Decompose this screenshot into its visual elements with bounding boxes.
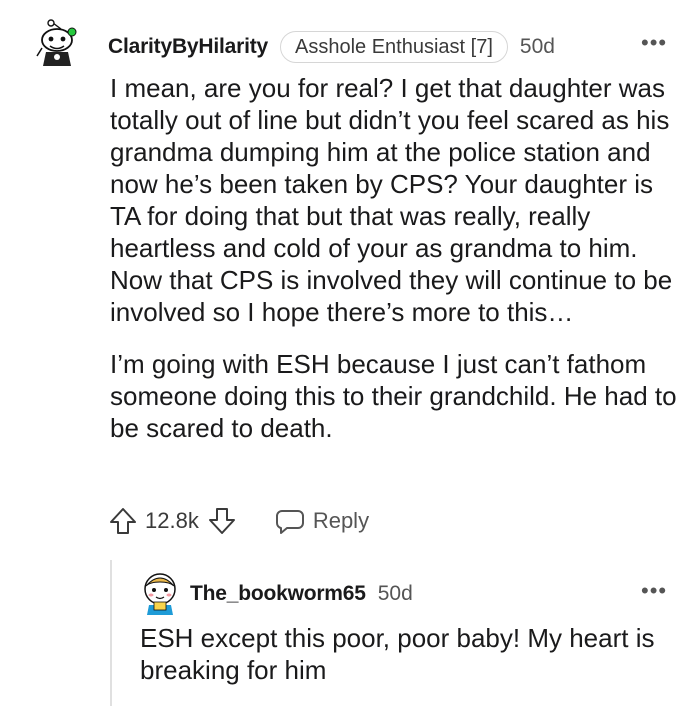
timestamp[interactable]: 50d bbox=[520, 35, 555, 59]
comment-header: ClarityByHilarity Asshole Enthusiast [7]… bbox=[108, 30, 555, 64]
reply-label: Reply bbox=[312, 508, 370, 533]
reply-more-options-icon[interactable]: ••• bbox=[641, 578, 667, 604]
arrow-down-icon[interactable] bbox=[207, 506, 237, 536]
comment-paragraph: I’m going with ESH because I just can’t … bbox=[110, 349, 677, 443]
more-options-icon[interactable]: ••• bbox=[641, 30, 667, 56]
comment-paragraph: I mean, are you for real? I get that dau… bbox=[110, 73, 673, 327]
username[interactable]: ClarityByHilarity bbox=[108, 35, 268, 59]
avatar[interactable] bbox=[30, 18, 82, 70]
reply-username[interactable]: The_bookworm65 bbox=[190, 582, 366, 606]
user-flair: Asshole Enthusiast [7] bbox=[280, 31, 508, 63]
arrow-up-icon[interactable] bbox=[108, 506, 138, 536]
reply-header: The_bookworm65 50d bbox=[190, 580, 413, 608]
comment-body: I mean, are you for real? I get that dau… bbox=[110, 72, 685, 464]
comment-actions: 12.8k Reply bbox=[108, 503, 369, 539]
reply-timestamp[interactable]: 50d bbox=[378, 582, 413, 606]
speech-bubble-icon bbox=[275, 506, 305, 536]
thread-line[interactable] bbox=[110, 560, 112, 706]
vote-score: 12.8k bbox=[145, 508, 199, 533]
reply-body: ESH except this poor, poor baby! My hear… bbox=[140, 623, 655, 685]
reply-avatar[interactable] bbox=[140, 572, 180, 616]
reply-button[interactable]: Reply bbox=[275, 506, 369, 536]
comment: ClarityByHilarity Asshole Enthusiast [7]… bbox=[0, 0, 700, 706]
